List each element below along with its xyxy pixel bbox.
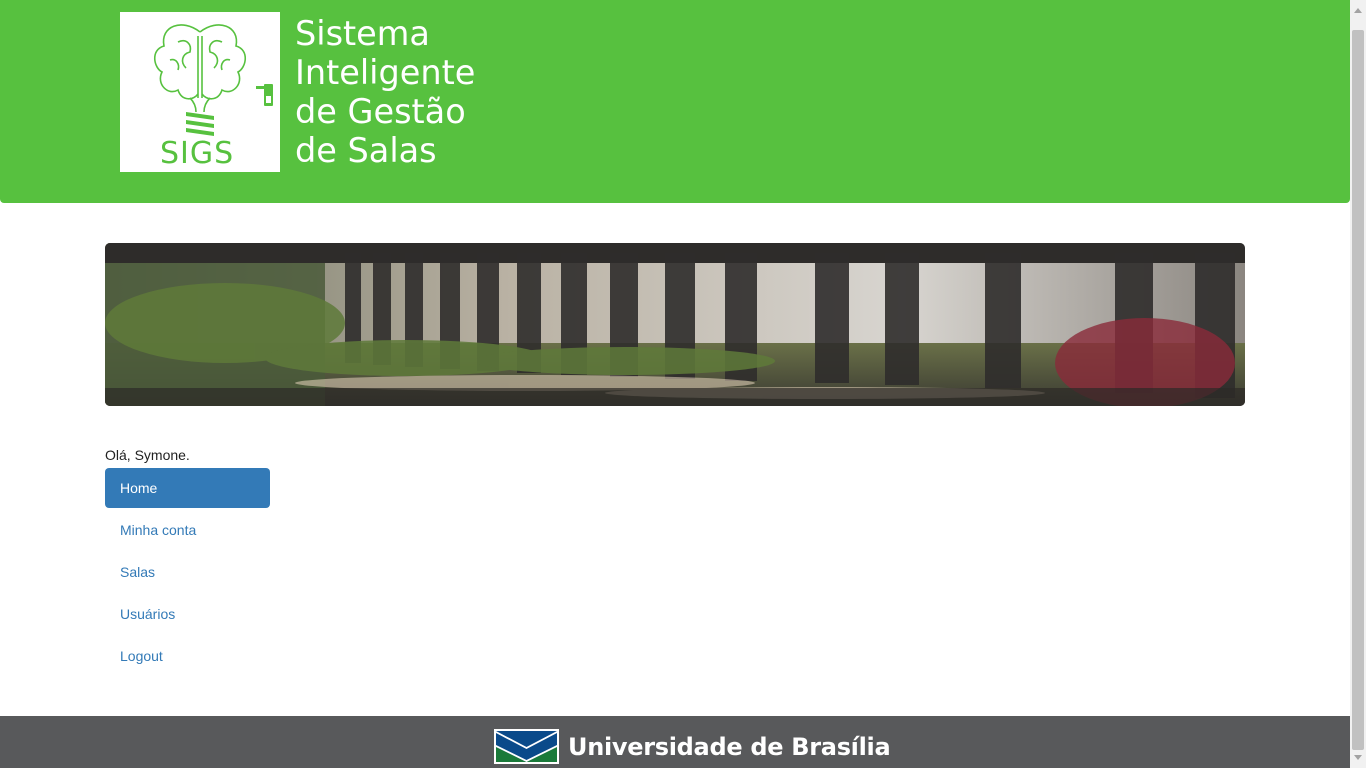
banner-image	[105, 243, 1245, 406]
side-nav: Home Minha conta Salas Usuários Logout	[105, 468, 270, 678]
site-title: Sistema Inteligente de Gestão de Salas	[295, 14, 555, 170]
unb-flag-icon	[494, 729, 559, 764]
page: SIGS Sistema Inteligente de Gestão de Sa…	[0, 0, 1350, 768]
title-line: de Salas	[295, 131, 437, 170]
unb-name: Universidade de Brasília	[568, 732, 891, 761]
sigs-logo[interactable]: SIGS	[120, 12, 280, 172]
greeting-text: Olá, Symone.	[105, 447, 190, 463]
scroll-down-arrow-icon[interactable]	[1354, 755, 1362, 760]
scroll-thumb[interactable]	[1352, 30, 1364, 750]
unb-logo[interactable]: Universidade de Brasília	[494, 729, 891, 764]
nav-item-minha-conta[interactable]: Minha conta	[105, 510, 270, 550]
title-line: Inteligente	[295, 53, 476, 92]
title-line: Sistema	[295, 14, 430, 53]
site-footer: Universidade de Brasília	[0, 716, 1350, 768]
nav-item-home[interactable]: Home	[105, 468, 270, 508]
logo-text: SIGS	[160, 136, 235, 171]
nav-item-salas[interactable]: Salas	[105, 552, 270, 592]
nav-item-usuarios[interactable]: Usuários	[105, 594, 270, 634]
title-line: de Gestão	[295, 92, 466, 131]
scroll-up-arrow-icon[interactable]	[1354, 8, 1362, 13]
site-header: SIGS Sistema Inteligente de Gestão de Sa…	[0, 0, 1350, 203]
colonnade-photo	[105, 243, 1245, 406]
nav-item-logout[interactable]: Logout	[105, 636, 270, 676]
vertical-scrollbar[interactable]	[1350, 0, 1366, 768]
